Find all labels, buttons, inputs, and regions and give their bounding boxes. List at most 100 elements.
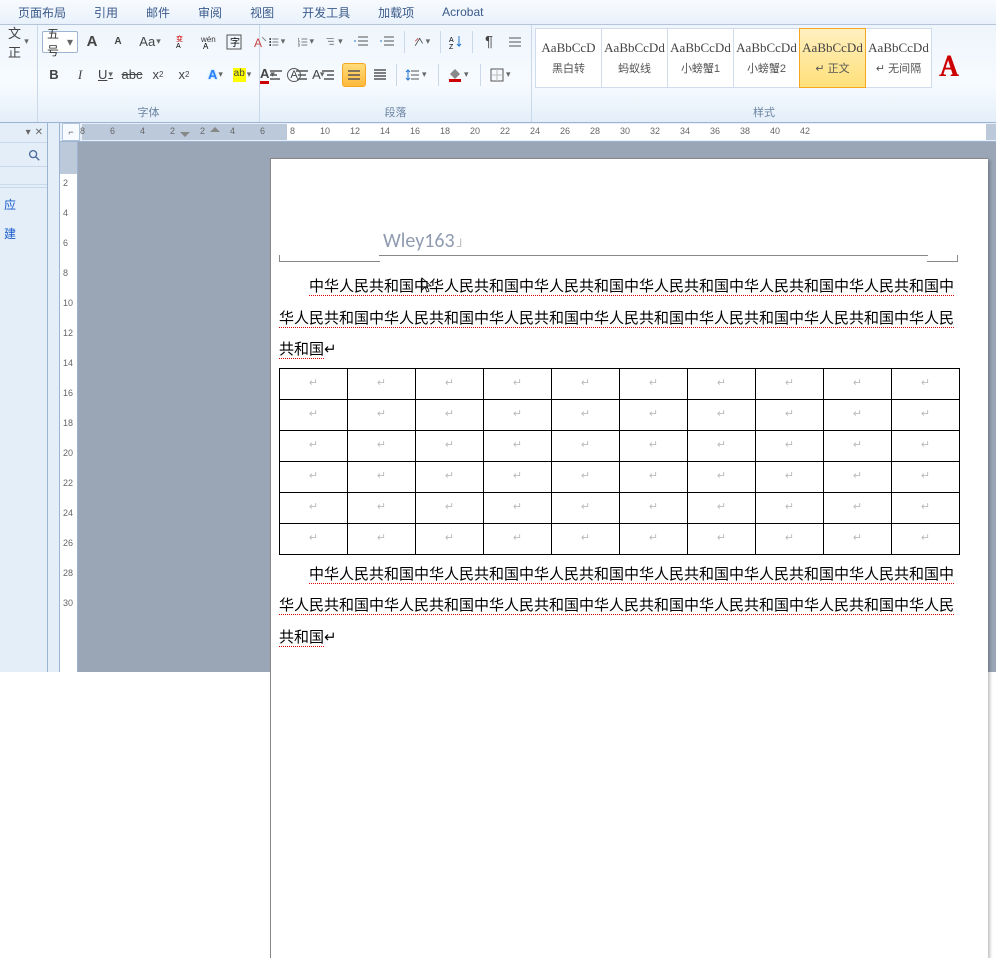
- table-cell[interactable]: ↵: [416, 430, 484, 461]
- grow-font-button[interactable]: A: [80, 30, 104, 54]
- table-cell[interactable]: ↵: [484, 368, 552, 399]
- table-cell[interactable]: ↵: [348, 399, 416, 430]
- style-item-5[interactable]: AaBbCcDd↵ 无间隔: [865, 28, 932, 88]
- bold-button[interactable]: B: [42, 63, 66, 87]
- menu-acrobat[interactable]: Acrobat: [428, 5, 497, 19]
- nav-link-2[interactable]: 建: [0, 219, 47, 248]
- table-cell[interactable]: ↵: [620, 492, 688, 523]
- table-cell[interactable]: ↵: [348, 368, 416, 399]
- table-cell[interactable]: ↵: [892, 368, 960, 399]
- table-cell[interactable]: ↵: [892, 461, 960, 492]
- change-case-button[interactable]: Aa▾: [138, 30, 162, 54]
- align-center-button[interactable]: [290, 63, 314, 87]
- show-marks-button[interactable]: ¶: [477, 30, 501, 54]
- align-right-button[interactable]: [316, 63, 340, 87]
- table-cell[interactable]: ↵: [620, 523, 688, 554]
- table-cell[interactable]: ↵: [280, 399, 348, 430]
- sort-button[interactable]: AZ: [444, 30, 468, 54]
- table-cell[interactable]: ↵: [756, 399, 824, 430]
- table-cell[interactable]: ↵: [552, 523, 620, 554]
- table-cell[interactable]: ↵: [620, 461, 688, 492]
- table-cell[interactable]: ↵: [280, 492, 348, 523]
- table-cell[interactable]: ↵: [416, 492, 484, 523]
- document-page[interactable]: Wley163 中华人民共和国中华人民共和国中华人民共和国中华人民共和国中华人民…: [270, 158, 988, 958]
- table-cell[interactable]: ↵: [416, 399, 484, 430]
- table-cell[interactable]: ↵: [552, 492, 620, 523]
- numbering-button[interactable]: 123▾: [293, 30, 320, 54]
- bullets-button[interactable]: ▾: [264, 30, 291, 54]
- superscript-button[interactable]: x2: [172, 63, 196, 87]
- horizontal-ruler[interactable]: ⌐ 86422468101214161820222426283032343638…: [60, 123, 996, 142]
- table-cell[interactable]: ↵: [824, 399, 892, 430]
- char-shading-button[interactable]: 字: [222, 30, 246, 54]
- tab-selector[interactable]: ⌐: [62, 123, 80, 141]
- table-cell[interactable]: ↵: [280, 430, 348, 461]
- style-item-2[interactable]: AaBbCcDd小螃蟹1: [667, 28, 734, 88]
- menu-layout[interactable]: 页面布局: [4, 4, 80, 21]
- table-cell[interactable]: ↵: [348, 461, 416, 492]
- table-cell[interactable]: ↵: [416, 461, 484, 492]
- table-cell[interactable]: ↵: [824, 430, 892, 461]
- nav-close-icon[interactable]: ✕: [35, 127, 43, 138]
- underline-button[interactable]: U▾: [94, 63, 118, 87]
- menu-mail[interactable]: 邮件: [132, 4, 184, 21]
- table-cell[interactable]: ↵: [756, 430, 824, 461]
- table-cell[interactable]: ↵: [688, 399, 756, 430]
- menu-references[interactable]: 引用: [80, 4, 132, 21]
- table-cell[interactable]: ↵: [688, 430, 756, 461]
- style-item-4[interactable]: AaBbCcDd↵ 正文: [799, 28, 866, 88]
- char-border-button[interactable]: wénA: [196, 30, 220, 54]
- table-cell[interactable]: ↵: [756, 523, 824, 554]
- menu-review[interactable]: 审阅: [184, 4, 236, 21]
- table-cell[interactable]: ↵: [892, 492, 960, 523]
- table-cell[interactable]: ↵: [484, 492, 552, 523]
- increase-indent-button[interactable]: [376, 30, 400, 54]
- align-justify-button[interactable]: [342, 63, 366, 87]
- nav-dropdown-icon[interactable]: ▾: [26, 127, 31, 138]
- table-cell[interactable]: ↵: [552, 399, 620, 430]
- table-cell[interactable]: ↵: [756, 368, 824, 399]
- table-cell[interactable]: ↵: [416, 368, 484, 399]
- table-cell[interactable]: ↵: [756, 492, 824, 523]
- table-cell[interactable]: ↵: [280, 523, 348, 554]
- table-cell[interactable]: ↵: [824, 492, 892, 523]
- table-cell[interactable]: ↵: [280, 368, 348, 399]
- format-button[interactable]: 文正▾: [4, 30, 33, 54]
- align-distribute-button[interactable]: [368, 63, 392, 87]
- table-cell[interactable]: ↵: [620, 368, 688, 399]
- shading-button[interactable]: ▾: [443, 63, 476, 87]
- table-cell[interactable]: ↵: [484, 523, 552, 554]
- table-cell[interactable]: ↵: [688, 492, 756, 523]
- shrink-font-button[interactable]: A: [106, 30, 130, 54]
- decrease-indent-button[interactable]: [350, 30, 374, 54]
- vertical-ruler[interactable]: 24681012141618202224262830: [60, 142, 78, 672]
- document-table[interactable]: ↵↵↵↵↵↵↵↵↵↵↵↵↵↵↵↵↵↵↵↵↵↵↵↵↵↵↵↵↵↵↵↵↵↵↵↵↵↵↵↵…: [279, 368, 960, 555]
- table-cell[interactable]: ↵: [824, 523, 892, 554]
- table-cell[interactable]: ↵: [892, 399, 960, 430]
- asian-layout-button[interactable]: ▾: [409, 30, 436, 54]
- menu-dev[interactable]: 开发工具: [288, 4, 364, 21]
- document-body[interactable]: 中华人民共和国中华人民共和国中华人民共和国中华人民共和国中华人民共和国中华人民共…: [279, 271, 960, 653]
- table-cell[interactable]: ↵: [824, 461, 892, 492]
- table-cell[interactable]: ↵: [552, 461, 620, 492]
- table-cell[interactable]: ↵: [348, 430, 416, 461]
- text-effects-button[interactable]: A▾: [204, 63, 228, 87]
- table-cell[interactable]: ↵: [824, 368, 892, 399]
- font-size-combo[interactable]: 五号▾: [42, 31, 78, 53]
- tabs-button[interactable]: [503, 30, 527, 54]
- multilevel-button[interactable]: ▾: [321, 30, 348, 54]
- borders-button[interactable]: ▾: [485, 63, 518, 87]
- table-cell[interactable]: ↵: [280, 461, 348, 492]
- search-box[interactable]: [0, 143, 47, 167]
- change-styles-button[interactable]: A: [932, 28, 966, 104]
- table-cell[interactable]: ↵: [620, 430, 688, 461]
- table-cell[interactable]: ↵: [552, 368, 620, 399]
- strike-button[interactable]: abc: [120, 63, 144, 87]
- table-cell[interactable]: ↵: [416, 523, 484, 554]
- table-cell[interactable]: ↵: [348, 523, 416, 554]
- nav-link-1[interactable]: 应: [0, 190, 47, 219]
- style-item-1[interactable]: AaBbCcDd蚂蚁线: [601, 28, 668, 88]
- subscript-button[interactable]: x2: [146, 63, 170, 87]
- table-cell[interactable]: ↵: [688, 523, 756, 554]
- table-cell[interactable]: ↵: [484, 399, 552, 430]
